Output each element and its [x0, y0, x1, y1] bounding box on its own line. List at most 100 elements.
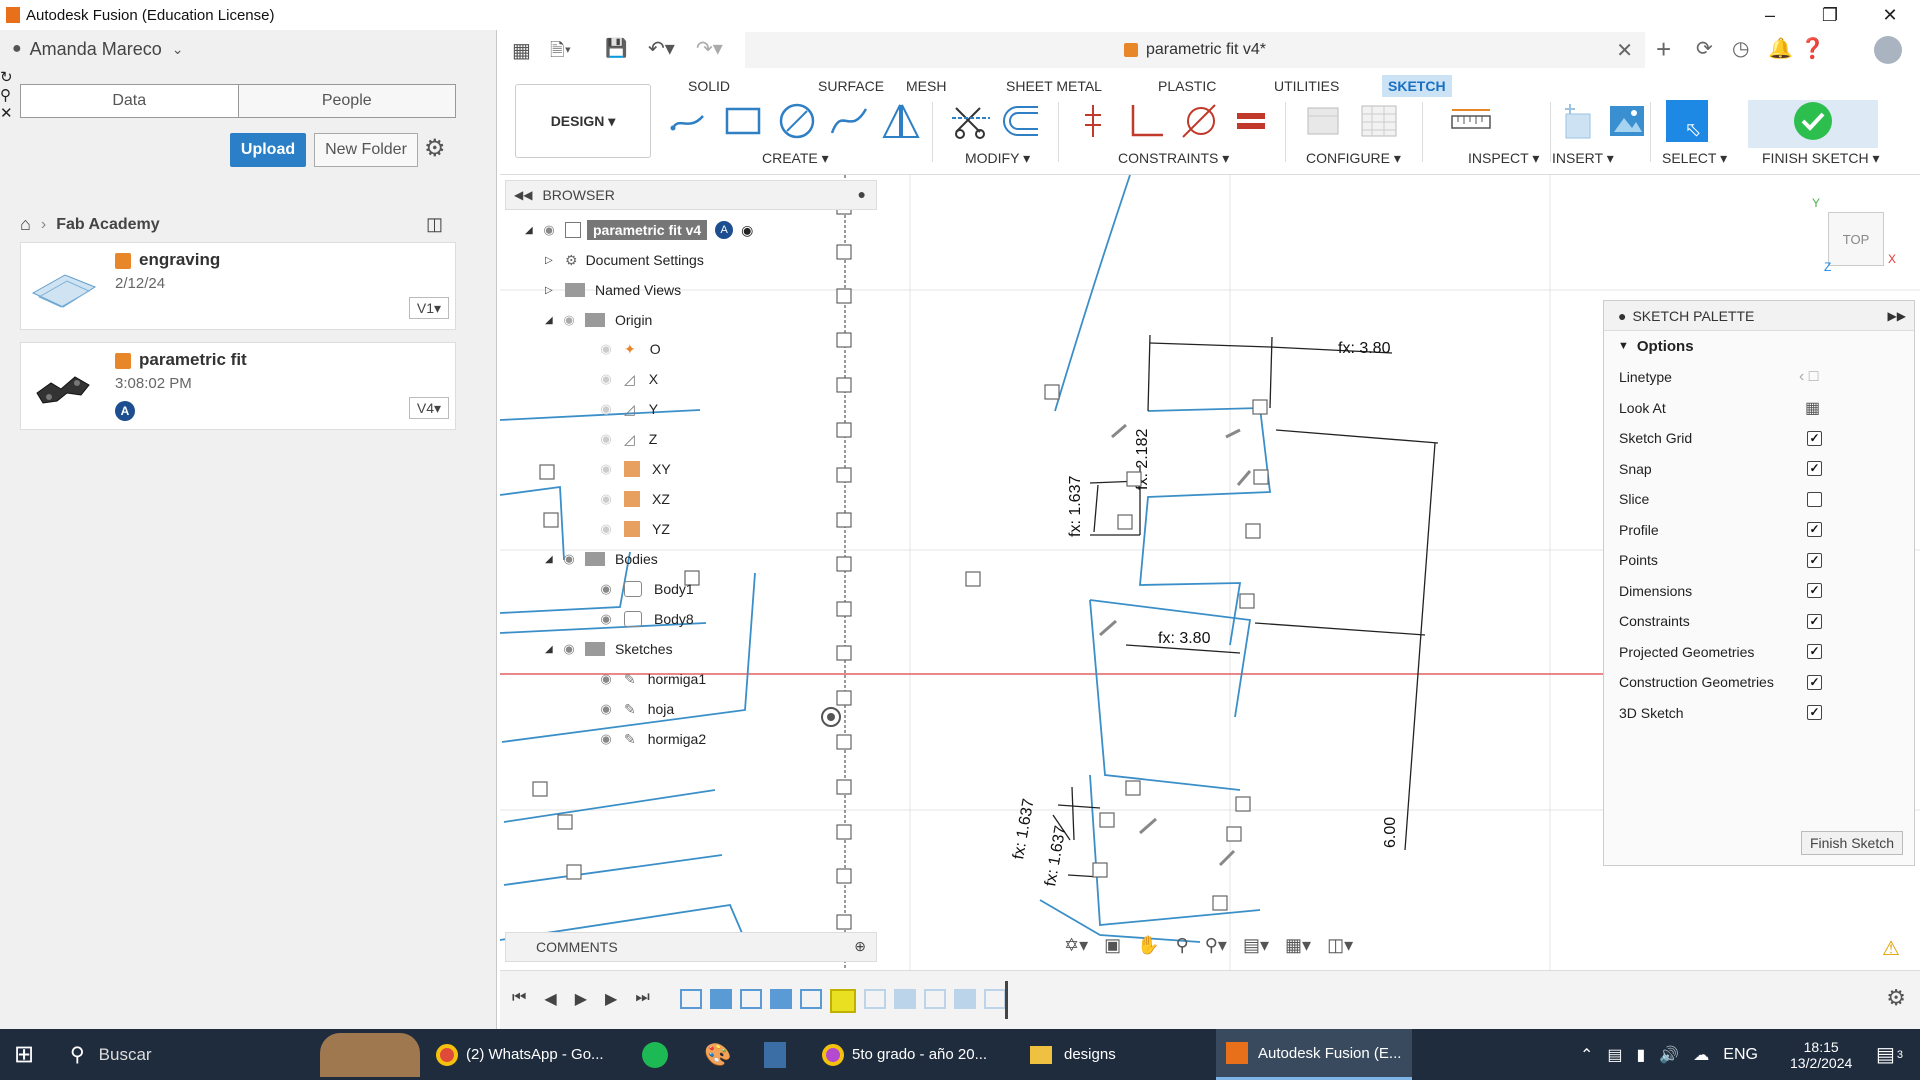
palette-row-projected-geometries[interactable]: Projected Geometries ✓ [1619, 637, 1909, 667]
browser-item-xz-plane[interactable]: ◉ XZ [596, 486, 670, 512]
radio-icon[interactable]: ◉ [741, 222, 753, 239]
palette-row-constraints[interactable]: Constraints ✓ [1619, 606, 1909, 636]
visibility-icon[interactable]: ◉ [596, 521, 616, 537]
comments-bar[interactable]: COMMENTS ⊕ [505, 932, 877, 962]
user-name[interactable]: Amanda Mareco [30, 39, 162, 60]
insert-image-icon[interactable] [1606, 100, 1648, 142]
profile-avatar[interactable] [1874, 36, 1902, 64]
palette-row-linetype[interactable]: Linetype ‹ □ [1619, 362, 1909, 392]
visibility-icon[interactable]: ◉ [596, 371, 616, 387]
zoom-icon[interactable]: ⚲ [1176, 935, 1189, 956]
timeline-marker[interactable] [1005, 981, 1008, 1019]
browser-item-yz-plane[interactable]: ◉ YZ [596, 516, 670, 542]
tab-plastic[interactable]: PLASTIC [1152, 75, 1222, 97]
volume-icon[interactable]: 🔊 [1659, 1045, 1679, 1065]
notifications-icon[interactable]: 🔔 [1768, 36, 1793, 61]
minimize-browser-icon[interactable]: ● [858, 186, 866, 202]
clock[interactable]: 18:15 13/2/2024 [1790, 1029, 1852, 1080]
configure-menu[interactable]: CONFIGURE ▾ [1306, 150, 1401, 167]
insert-derive-icon[interactable] [1556, 100, 1598, 142]
constraints-menu[interactable]: CONSTRAINTS ▾ [1118, 150, 1229, 167]
finish-sketch-menu[interactable]: FINISH SKETCH ▾ [1762, 150, 1880, 167]
timeline-sketch-icon[interactable] [800, 989, 822, 1009]
browser-item-sketch-hoja[interactable]: ◉ ✎ hoja [596, 696, 674, 722]
gear-icon[interactable]: ⚙ [424, 134, 446, 163]
checkbox[interactable]: ✓ [1807, 430, 1822, 446]
timeline-sketch-icon[interactable] [924, 989, 946, 1009]
palette-row-points[interactable]: Points ✓ [1619, 545, 1909, 575]
restore-button[interactable]: ❐ [1800, 0, 1860, 30]
document-tab[interactable]: parametric fit v4* ✕ [745, 32, 1645, 68]
play-icon[interactable]: ▶ [575, 989, 587, 1009]
coincident-constraint-icon[interactable] [1072, 100, 1114, 142]
home-icon[interactable]: ⌂ [20, 214, 31, 235]
checkbox[interactable] [1807, 491, 1822, 507]
rectangle-tool-icon[interactable] [722, 100, 764, 142]
visibility-icon[interactable]: ◉ [596, 461, 616, 477]
browser-item-x-axis[interactable]: ◉ ◿ X [596, 366, 658, 392]
browser-item-document-settings[interactable]: ▷ ⚙ Document Settings [545, 247, 704, 273]
file-card-engraving[interactable]: engraving 2/12/24 V1 ▾ [20, 242, 456, 330]
browser-root[interactable]: ◢ ◉ parametric fit v4 A ◉ [525, 217, 753, 243]
palette-row-3d-sketch[interactable]: 3D Sketch ✓ [1619, 698, 1909, 728]
measure-icon[interactable] [1450, 100, 1492, 142]
trim-tool-icon[interactable] [950, 100, 992, 142]
notification-center-icon[interactable]: ▤ 3 [1876, 1029, 1903, 1080]
windows-start-icon[interactable]: ⊞ [14, 1029, 34, 1080]
chevron-up-icon[interactable]: ⌃ [1580, 1045, 1593, 1065]
extensions-icon[interactable]: ⟳ [1696, 36, 1713, 61]
select-tool-icon[interactable]: ⬁ [1666, 100, 1708, 142]
options-section[interactable]: ▼ Options [1604, 331, 1914, 361]
minimize-button[interactable]: – [1740, 0, 1800, 30]
tab-sketch[interactable]: SKETCH [1382, 75, 1452, 97]
browser-item-origin[interactable]: ◢ ◉ Origin [545, 307, 652, 333]
project-team-icon[interactable]: ◫ [426, 214, 443, 235]
pan-icon[interactable]: ✋ [1137, 935, 1159, 956]
grid-settings-icon[interactable]: ▦▾ [1285, 935, 1311, 956]
timeline-extrude-icon[interactable] [710, 989, 732, 1009]
checkbox[interactable]: ✓ [1807, 522, 1822, 537]
finish-sketch-button[interactable]: Finish Sketch [1801, 831, 1903, 855]
palette-row-snap[interactable]: Snap ✓ [1619, 454, 1909, 484]
visibility-icon[interactable]: ◉ [596, 341, 616, 357]
browser-item-xy-plane[interactable]: ◉ XY [596, 456, 671, 482]
browser-item-sketches[interactable]: ◢ ◉ Sketches [545, 636, 673, 662]
palette-row-slice[interactable]: Slice [1619, 484, 1909, 514]
taskbar-app-whatsapp[interactable]: (2) WhatsApp - Go... [436, 1029, 616, 1080]
breadcrumb-project[interactable]: Fab Academy [56, 216, 159, 234]
close-window-button[interactable]: ✕ [1860, 0, 1920, 30]
display-settings-icon[interactable]: ▤▾ [1243, 935, 1269, 956]
expand-icon[interactable]: ▷ [545, 255, 559, 266]
version-dropdown[interactable]: V4 ▾ [409, 397, 449, 419]
viewcube[interactable]: TOP [1828, 212, 1884, 266]
timeline-sketch-icon[interactable] [740, 989, 762, 1009]
step-forward-icon[interactable]: ▶ [605, 989, 617, 1009]
save-icon[interactable]: 💾 [605, 38, 627, 59]
browser-item-sketch-hormiga2[interactable]: ◉ ✎ hormiga2 [596, 726, 706, 752]
finish-sketch-icon[interactable] [1792, 100, 1834, 142]
create-menu[interactable]: CREATE ▾ [762, 150, 829, 167]
mirror-tool-icon[interactable] [880, 100, 922, 142]
taskbar-app-explorer[interactable]: designs [1030, 1029, 1170, 1080]
visibility-icon[interactable]: ◉ [559, 641, 579, 657]
job-status-icon[interactable]: ◷ [1732, 36, 1749, 61]
file-menu-icon[interactable]: 🗎▾ [550, 38, 571, 68]
select-menu[interactable]: SELECT ▾ [1662, 150, 1727, 167]
onedrive-icon[interactable]: ☁ [1693, 1045, 1709, 1065]
circle-tool-icon[interactable] [776, 100, 818, 142]
browser-item-origin-point[interactable]: ◉ ✦ O [596, 336, 660, 362]
checkbox[interactable]: ✓ [1807, 705, 1822, 720]
inspect-menu[interactable]: INSPECT ▾ [1468, 150, 1539, 167]
palette-row-construction-geometries[interactable]: Construction Geometries ✓ [1619, 667, 1909, 697]
equal-constraint-icon[interactable] [1230, 100, 1272, 142]
file-card-parametric-fit[interactable]: parametric fit 3:08:02 PM A V4 ▾ [20, 342, 456, 430]
visibility-icon[interactable]: ◉ [596, 611, 616, 627]
chevron-down-icon[interactable]: ⌄ [172, 41, 184, 58]
visibility-icon[interactable]: ◉ [596, 401, 616, 417]
network-icon[interactable]: ▤ [1607, 1045, 1622, 1065]
timeline-sketch-icon[interactable] [680, 989, 702, 1009]
taskbar-app-chrome[interactable]: 5to grado - año 20... [822, 1029, 1002, 1080]
palette-expand-icon[interactable]: ▶▶ [1888, 309, 1906, 323]
language-indicator[interactable]: ENG [1723, 1046, 1758, 1064]
visibility-icon[interactable]: ◉ [596, 671, 616, 687]
